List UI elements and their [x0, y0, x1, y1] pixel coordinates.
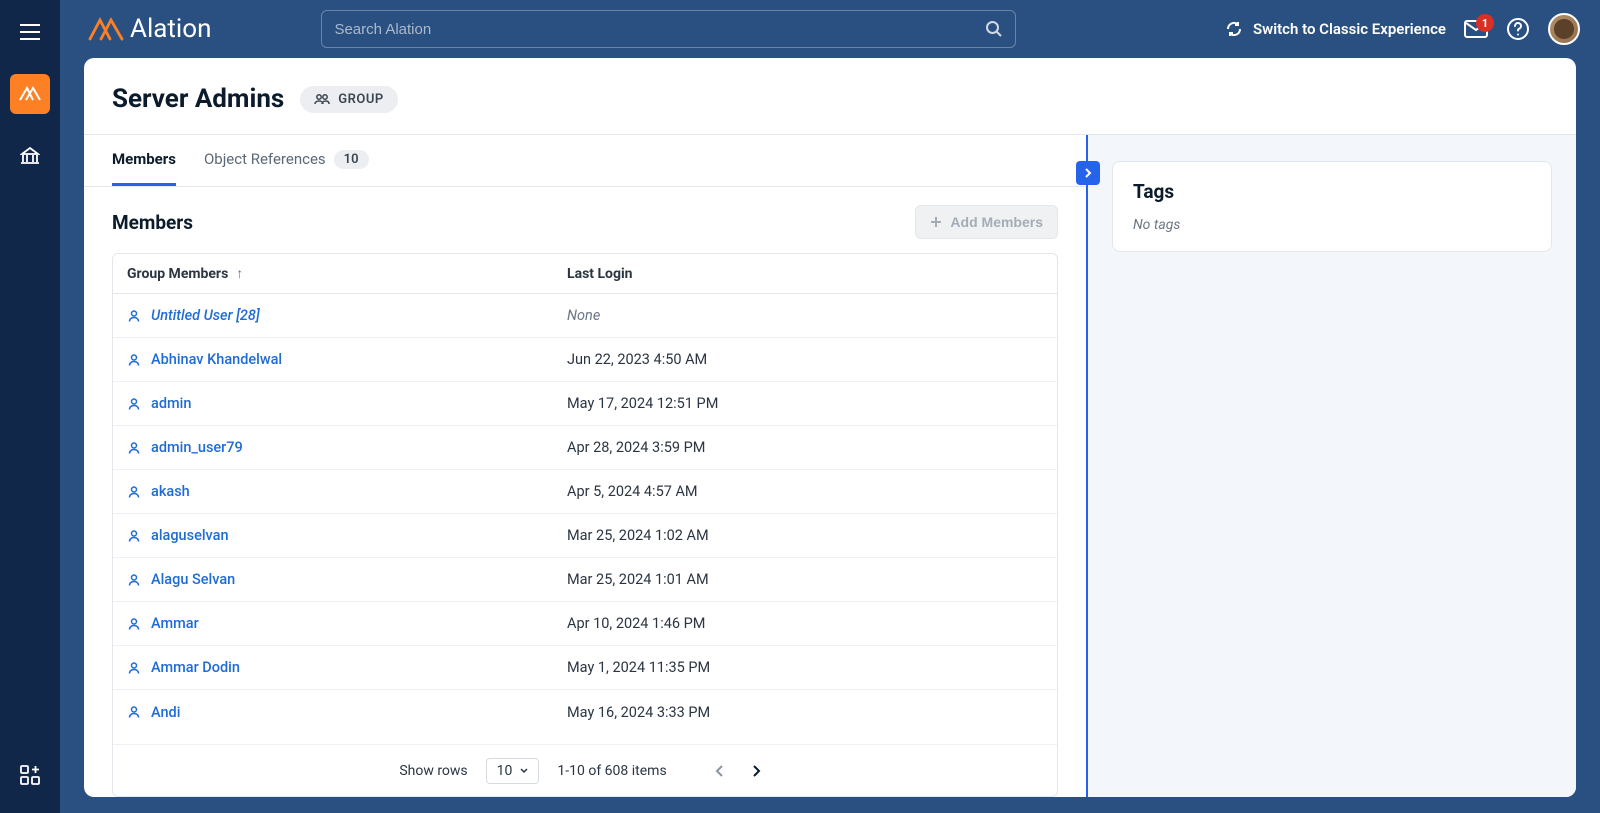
nav-apps[interactable]	[10, 755, 50, 795]
member-name-link[interactable]: Untitled User [28]	[127, 307, 567, 324]
table-row: Ammar DodinMay 1, 2024 11:35 PM	[113, 646, 1057, 690]
chevron-left-icon	[714, 764, 724, 778]
switch-classic-button[interactable]: Switch to Classic Experience	[1225, 20, 1446, 38]
tabs: Members Object References 10	[84, 135, 1086, 187]
apps-grid-icon	[20, 765, 40, 785]
user-icon	[127, 705, 141, 719]
member-last-login: None	[567, 307, 1043, 324]
group-badge: GROUP	[300, 86, 397, 113]
notification-count: 1	[1476, 14, 1494, 32]
member-name-link[interactable]: Abhinav Khandelwal	[127, 351, 567, 368]
table-row: AndiMay 16, 2024 3:33 PM	[113, 690, 1057, 734]
user-icon	[127, 485, 141, 499]
user-icon	[127, 309, 141, 323]
member-name-link[interactable]: Ammar Dodin	[127, 659, 567, 676]
pagination: Show rows 10 1-10 of 608 items	[113, 744, 1057, 796]
member-name-link[interactable]: Ammar	[127, 615, 567, 632]
no-tags-text: No tags	[1133, 217, 1531, 233]
menu-button[interactable]	[10, 12, 50, 52]
member-last-login: May 1, 2024 11:35 PM	[567, 659, 1043, 676]
page-header: Server Admins GROUP	[84, 58, 1576, 134]
alation-mark-icon	[19, 86, 41, 102]
object-refs-count: 10	[334, 150, 369, 169]
page-title: Server Admins	[112, 84, 284, 114]
bank-icon	[20, 147, 40, 165]
top-bar: Alation Switch to Classic Experience 1	[60, 0, 1600, 58]
show-rows-label: Show rows	[399, 763, 467, 779]
user-icon	[127, 441, 141, 455]
member-last-login: Mar 25, 2024 1:01 AM	[567, 571, 1043, 588]
pagination-range: 1-10 of 608 items	[557, 763, 666, 779]
col-header-login[interactable]: Last Login	[567, 266, 1043, 282]
members-table: Group Members ↑ Last Login Untitled User…	[112, 253, 1058, 797]
prev-page-button[interactable]	[705, 757, 733, 785]
member-last-login: Jun 22, 2023 4:50 AM	[567, 351, 1043, 368]
table-row: adminMay 17, 2024 12:51 PM	[113, 382, 1057, 426]
table-row: AmmarApr 10, 2024 1:46 PM	[113, 602, 1057, 646]
tab-members[interactable]: Members	[112, 135, 176, 186]
chevron-right-icon	[1083, 167, 1093, 179]
member-name-link[interactable]: Andi	[127, 704, 567, 721]
add-members-button[interactable]: Add Members	[915, 205, 1058, 239]
refresh-icon	[1225, 20, 1243, 38]
member-last-login: May 16, 2024 3:33 PM	[567, 704, 1043, 721]
member-last-login: Apr 10, 2024 1:46 PM	[567, 615, 1043, 632]
member-name-link[interactable]: Alagu Selvan	[127, 571, 567, 588]
table-row: akashApr 5, 2024 4:57 AM	[113, 470, 1057, 514]
user-avatar[interactable]	[1548, 13, 1580, 45]
search-box[interactable]	[321, 10, 1016, 48]
rows-per-page-select[interactable]: 10	[486, 758, 540, 784]
user-icon	[127, 529, 141, 543]
help-icon	[1506, 17, 1530, 41]
alation-logo-icon	[88, 17, 124, 41]
nav-catalog[interactable]	[10, 136, 50, 176]
user-icon	[127, 573, 141, 587]
table-row: Untitled User [28]None	[113, 294, 1057, 338]
user-icon	[127, 617, 141, 631]
member-name-link[interactable]: akash	[127, 483, 567, 500]
brand-name: Alation	[130, 14, 211, 44]
tab-object-references[interactable]: Object References 10	[204, 135, 369, 186]
user-icon	[127, 353, 141, 367]
tags-card: Tags No tags	[1112, 161, 1552, 252]
hamburger-icon	[20, 24, 40, 40]
left-rail	[0, 0, 60, 813]
chevron-right-icon	[752, 764, 762, 778]
notifications-button[interactable]: 1	[1464, 20, 1488, 38]
member-name-link[interactable]: admin_user79	[127, 439, 567, 456]
member-last-login: May 17, 2024 12:51 PM	[567, 395, 1043, 412]
member-last-login: Apr 5, 2024 4:57 AM	[567, 483, 1043, 500]
table-row: admin_user79Apr 28, 2024 3:59 PM	[113, 426, 1057, 470]
member-last-login: Apr 28, 2024 3:59 PM	[567, 439, 1043, 456]
right-panel: Tags No tags	[1086, 135, 1576, 797]
col-header-name[interactable]: Group Members ↑	[127, 265, 567, 282]
table-row: Alagu SelvanMar 25, 2024 1:01 AM	[113, 558, 1057, 602]
tags-title: Tags	[1133, 180, 1531, 203]
user-icon	[127, 397, 141, 411]
user-icon	[127, 661, 141, 675]
collapse-panel-button[interactable]	[1076, 161, 1100, 185]
help-button[interactable]	[1506, 17, 1530, 41]
switch-classic-label: Switch to Classic Experience	[1253, 20, 1446, 38]
nav-home[interactable]	[10, 74, 50, 114]
dropdown-icon	[520, 768, 528, 774]
next-page-button[interactable]	[743, 757, 771, 785]
group-icon	[314, 93, 330, 105]
sort-asc-icon: ↑	[236, 265, 243, 282]
member-last-login: Mar 25, 2024 1:02 AM	[567, 527, 1043, 544]
member-name-link[interactable]: alaguselvan	[127, 527, 567, 544]
table-row: Abhinav KhandelwalJun 22, 2023 4:50 AM	[113, 338, 1057, 382]
brand-logo[interactable]: Alation	[88, 14, 211, 44]
plus-icon	[930, 216, 942, 228]
table-row: alaguselvanMar 25, 2024 1:02 AM	[113, 514, 1057, 558]
member-name-link[interactable]: admin	[127, 395, 567, 412]
search-input[interactable]	[334, 21, 985, 38]
search-icon	[985, 20, 1003, 38]
section-title: Members	[112, 211, 193, 234]
